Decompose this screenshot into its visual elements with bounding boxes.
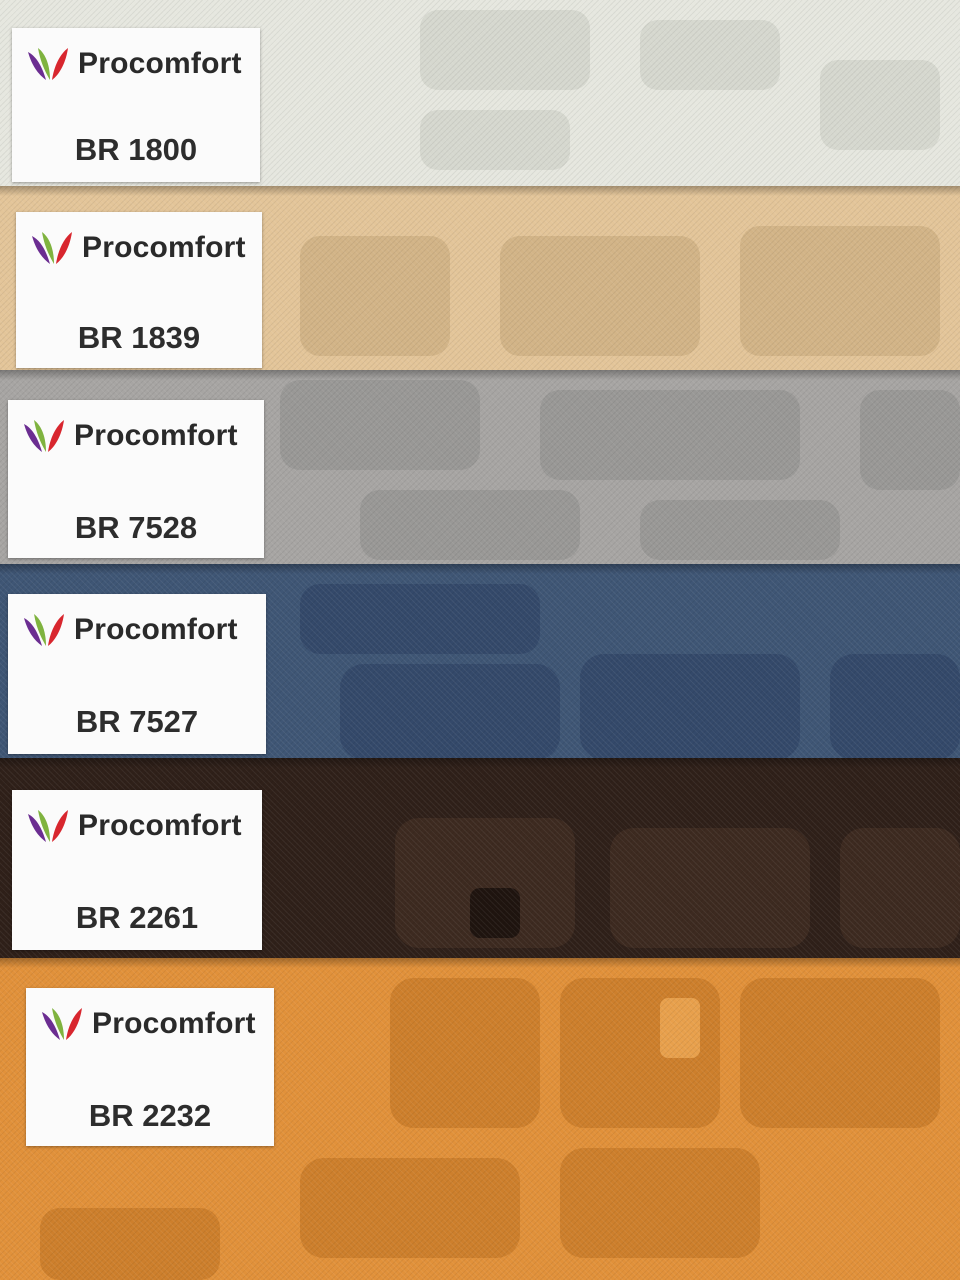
- fabric-swatch: Procomfort BR 2232: [0, 958, 960, 1280]
- fabric-swatch: Procomfort BR 7528: [0, 370, 960, 566]
- swatch-label-card: Procomfort BR 1839: [16, 212, 262, 368]
- procomfort-leaf-logo-icon: [22, 610, 66, 650]
- procomfort-leaf-logo-icon: [26, 806, 70, 846]
- fabric-code: BR 2261: [75, 900, 199, 935]
- procomfort-leaf-logo-icon: [30, 228, 74, 268]
- brand-name: Procomfort: [92, 1007, 256, 1040]
- brand-name: Procomfort: [82, 231, 246, 264]
- fabric-swatch-stack: Procomfort BR 1800 Procomfort BR 1839 Pr…: [0, 0, 960, 1280]
- fabric-swatch: Procomfort BR 2261: [0, 758, 960, 960]
- fabric-swatch: Procomfort BR 1839: [0, 186, 960, 372]
- procomfort-leaf-logo-icon: [22, 416, 66, 456]
- fabric-code: BR 1839: [77, 320, 201, 355]
- fabric-code: BR 7527: [75, 704, 199, 739]
- fabric-swatch: Procomfort BR 1800: [0, 0, 960, 188]
- swatch-label-card: Procomfort BR 2261: [12, 790, 262, 950]
- brand-name: Procomfort: [74, 419, 238, 452]
- fabric-code: BR 7528: [74, 510, 198, 545]
- brand-name: Procomfort: [78, 47, 242, 80]
- fabric-code: BR 2232: [88, 1098, 212, 1133]
- fabric-swatch: Procomfort BR 7527: [0, 564, 960, 760]
- procomfort-leaf-logo-icon: [40, 1004, 84, 1044]
- swatch-label-card: Procomfort BR 7528: [8, 400, 264, 558]
- fabric-code: BR 1800: [74, 132, 198, 167]
- swatch-label-card: Procomfort BR 7527: [8, 594, 266, 754]
- brand-name: Procomfort: [74, 613, 238, 646]
- brand-name: Procomfort: [78, 809, 242, 842]
- procomfort-leaf-logo-icon: [26, 44, 70, 84]
- swatch-label-card: Procomfort BR 1800: [12, 28, 260, 182]
- swatch-label-card: Procomfort BR 2232: [26, 988, 274, 1146]
